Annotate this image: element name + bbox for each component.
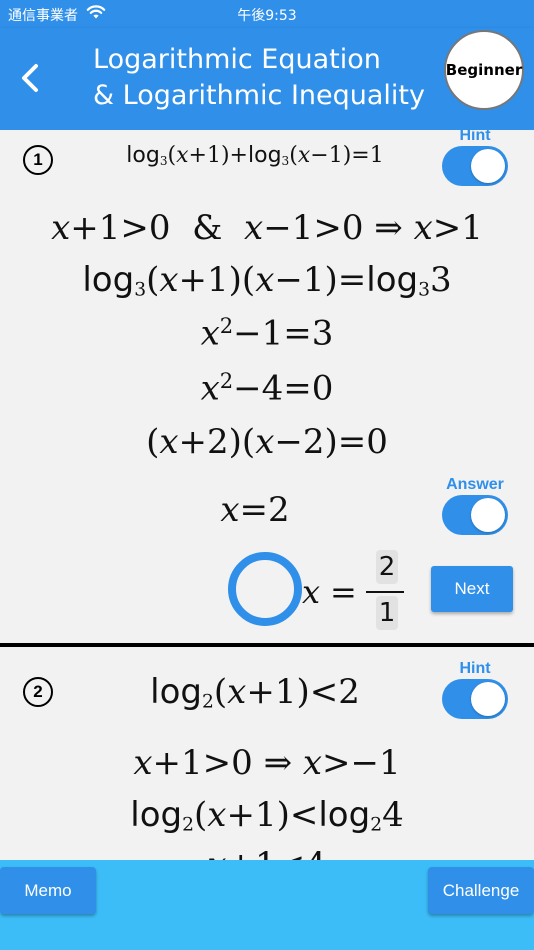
app-header: Logarithmic Equation & Logarithmic Inequ… [0,28,534,130]
answer-variable: x [302,573,321,611]
answer-toggle[interactable] [442,495,508,535]
hint-label: Hint [459,660,491,677]
level-badge[interactable]: Beginner [444,30,524,110]
solution-answer: x=2 [220,490,290,530]
problem-2-inequality: log2(x+1)<2 [150,672,360,713]
denominator-input[interactable]: 1 [376,596,398,630]
solution-step-2: log2(x+1)<log24 [130,795,404,836]
fraction-bar [366,591,404,593]
title-line-2: & Logarithmic Inequality [93,80,425,111]
memo-button[interactable]: Memo [0,867,96,914]
page-title: Logarithmic Equation & Logarithmic Inequ… [93,42,425,114]
status-bar: 通信事業者 午後9:53 [0,0,534,28]
answer-input-row: x = 2 1 Next [0,543,534,633]
solution-step-2: log3(x+1)(x−1)=log33 [82,260,452,301]
solution-step-3: x+1<4 [0,845,534,860]
solution-step-1: x+1>0 ⇒ x>−1 [133,743,401,783]
toggle-knob [471,682,505,716]
hint-toggle[interactable] [442,679,508,719]
toggle-knob [471,498,505,532]
solution-step-3: x2−1=3 [200,313,334,354]
answer-equals: = [330,573,357,611]
next-button[interactable]: Next [431,566,513,612]
toggle-knob [471,149,505,183]
correct-circle-icon [228,552,302,626]
status-time: 午後9:53 [237,8,297,24]
numerator-input[interactable]: 2 [376,550,398,584]
solution-step-5: (x+2)(x−2)=0 [146,422,388,462]
hint-toggle[interactable] [442,146,508,186]
problem-2: 2 log2(x+1)<2 Hint x+1>0 ⇒ x>−1 log2(x+1… [0,647,534,860]
problem-1-equation: log3(x+1)+log3(x−1)=1 [126,143,384,169]
hint-label: Hint [459,127,491,144]
title-line-1: Logarithmic Equation [93,44,381,75]
back-button[interactable] [14,58,48,98]
solution-step-1: x+1>0 & x−1>0 ⇒ x>1 [51,208,483,248]
bottom-toolbar: Memo Challenge [0,860,534,950]
problem-1: 1 log3(x+1)+log3(x−1)=1 Hint x+1>0 & x−1… [0,127,534,643]
solution-step-4: x2−4=0 [200,368,334,409]
answer-label: Answer [446,476,504,493]
challenge-button[interactable]: Challenge [428,867,534,914]
